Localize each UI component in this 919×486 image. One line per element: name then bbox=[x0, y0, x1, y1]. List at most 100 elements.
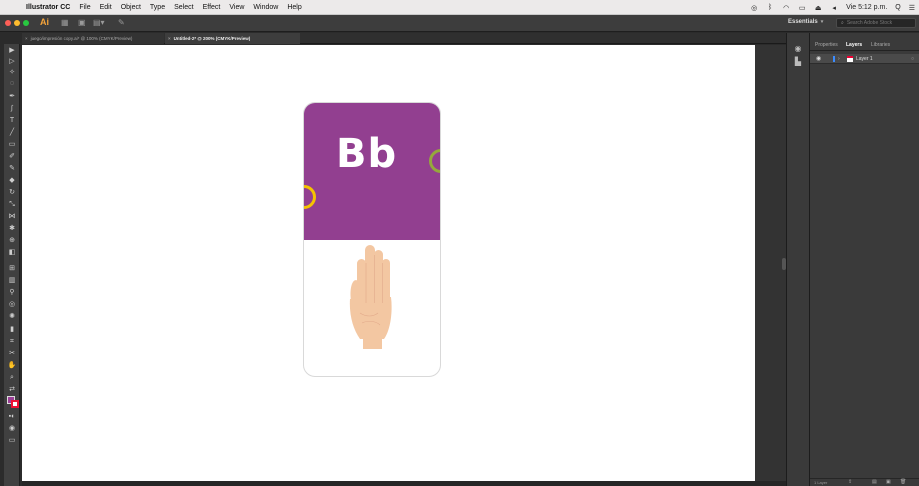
perspective-grid-tool-icon[interactable]: ◧ bbox=[5, 248, 19, 258]
menu-object[interactable]: Object bbox=[121, 4, 141, 11]
eraser-tool-icon[interactable]: ◆ bbox=[5, 176, 19, 186]
gradient-tool-icon[interactable]: ▥ bbox=[5, 276, 19, 286]
hand-sign-illustration bbox=[349, 245, 392, 349]
type-tool-icon[interactable]: T bbox=[5, 116, 19, 126]
color-mode-icon[interactable]: ▪◐ bbox=[5, 412, 19, 422]
workspace-switcher[interactable]: Essentials ▾ bbox=[788, 19, 823, 25]
card-purple-header: Bb bbox=[304, 103, 440, 240]
appearance-icon[interactable]: ◉ bbox=[793, 44, 803, 54]
export-icon[interactable]: ⇪ bbox=[848, 479, 852, 486]
pen-tool-icon[interactable]: ✒ bbox=[5, 92, 19, 102]
tab-properties[interactable]: Properties bbox=[815, 39, 838, 51]
flashcard-artwork[interactable]: Bb bbox=[303, 102, 441, 377]
artboard-tool-icon[interactable]: ⌗ bbox=[5, 337, 19, 347]
airplay-icon[interactable]: ▭ bbox=[798, 4, 806, 12]
swap-colors-icon[interactable]: ⇄ bbox=[5, 385, 19, 395]
window-minimize-button[interactable] bbox=[14, 20, 20, 26]
notification-center-icon[interactable]: ☰ bbox=[909, 4, 915, 12]
menubar-clock[interactable]: Vie 5:12 p.m. bbox=[846, 4, 887, 11]
tools-panel: ▶ ▷ ✧ ◌ ✒ ∫ T ╱ ▭ ✐ ✎ ◆ ↻ ⤡ ⋈ ✱ ⊕ ◧ ⊞ ▥ … bbox=[4, 44, 20, 486]
wifi-icon[interactable]: ◠ bbox=[782, 4, 790, 12]
menu-file[interactable]: File bbox=[79, 4, 90, 11]
symbol-sprayer-tool-icon[interactable]: ✺ bbox=[5, 312, 19, 322]
rectangle-tool-icon[interactable]: ▭ bbox=[5, 140, 19, 150]
tab-document-untitled-2[interactable]: × Untitled-2* @ 200% (CMYK/Preview) bbox=[165, 33, 300, 44]
visibility-eye-icon[interactable]: ◉ bbox=[816, 54, 821, 64]
application-bar: Ai ▦ ▣ ▤▾ ✎ Essentials ▾ ⌕ Search Adobe St… bbox=[0, 15, 919, 32]
close-icon[interactable]: × bbox=[168, 36, 171, 41]
shape-builder-tool-icon[interactable]: ⊕ bbox=[5, 236, 19, 246]
menu-edit[interactable]: Edit bbox=[100, 4, 112, 11]
curvature-tool-icon[interactable]: ∫ bbox=[5, 104, 19, 114]
card-letters: Bb bbox=[336, 131, 398, 177]
creative-cloud-icon[interactable]: ◎ bbox=[750, 4, 758, 12]
tab-libraries[interactable]: Libraries bbox=[871, 39, 890, 51]
menu-help[interactable]: Help bbox=[287, 4, 301, 11]
menu-bar: Illustrator CC File Edit Object Type Sel… bbox=[0, 0, 919, 15]
tab-label: Untitled-2* @ 200% (CMYK/Preview) bbox=[173, 36, 251, 41]
tab-label: juego/impresión copy.ai* @ 100% (CMYK/Pr… bbox=[30, 36, 133, 41]
width-tool-icon[interactable]: ⋈ bbox=[5, 212, 19, 222]
menu-app-name[interactable]: Illustrator CC bbox=[26, 4, 70, 11]
bridge-icon[interactable]: ▦ bbox=[61, 19, 69, 27]
zoom-tool-icon[interactable]: ⌕ bbox=[5, 373, 19, 383]
line-segment-tool-icon[interactable]: ╱ bbox=[5, 128, 19, 138]
magic-wand-tool-icon[interactable]: ✧ bbox=[5, 68, 19, 78]
properties-icon[interactable]: ▙ bbox=[793, 57, 803, 67]
eyedropper-tool-icon[interactable]: ⚲ bbox=[5, 288, 19, 298]
screen-mode-icon[interactable]: ▭ bbox=[5, 436, 19, 446]
window-close-button[interactable] bbox=[5, 20, 11, 26]
status-bar bbox=[22, 481, 786, 486]
bluetooth-icon[interactable]: ᛒ bbox=[766, 4, 774, 11]
lasso-tool-icon[interactable]: ◌ bbox=[5, 79, 19, 89]
column-graph-tool-icon[interactable]: ▮ bbox=[5, 325, 19, 335]
volume-icon[interactable]: ◂ bbox=[830, 4, 838, 12]
stock-icon[interactable]: ▣ bbox=[78, 19, 86, 27]
direct-selection-tool-icon[interactable]: ▷ bbox=[5, 57, 19, 67]
layer-name[interactable]: Layer 1 bbox=[856, 54, 873, 64]
tab-layers[interactable]: Layers bbox=[846, 39, 862, 51]
shaper-tool-icon[interactable]: ✎ bbox=[5, 164, 19, 174]
eject-icon[interactable]: ⏏ bbox=[814, 4, 822, 12]
document-tabs: × juego/impresión copy.ai* @ 100% (CMYK/P… bbox=[22, 33, 786, 44]
new-layer-icon[interactable]: ▣ bbox=[886, 479, 891, 486]
illustrator-logo: Ai bbox=[40, 17, 49, 27]
hand-tool-icon[interactable]: ✋ bbox=[5, 361, 19, 371]
gpu-performance-icon[interactable]: ✎ bbox=[118, 19, 125, 27]
layer-count: 1 Layer bbox=[814, 480, 828, 485]
delete-layer-icon[interactable]: 🗑 bbox=[900, 479, 906, 486]
stock-search-input[interactable]: ⌕ Search Adobe Stock bbox=[836, 18, 916, 28]
menu-window[interactable]: Window bbox=[253, 4, 278, 11]
layer-thumbnail bbox=[847, 56, 853, 62]
panel-icon-strip: ◉ ▙ bbox=[786, 33, 810, 486]
slice-tool-icon[interactable]: ✂ bbox=[5, 349, 19, 359]
mesh-tool-icon[interactable]: ⊞ bbox=[5, 264, 19, 274]
menu-effect[interactable]: Effect bbox=[203, 4, 221, 11]
search-icon: ⌕ bbox=[841, 20, 844, 26]
chevron-down-icon: ▾ bbox=[820, 19, 824, 25]
drawing-mode-icon[interactable]: ◉ bbox=[5, 424, 19, 434]
menu-view[interactable]: View bbox=[229, 4, 244, 11]
menu-select[interactable]: Select bbox=[174, 4, 193, 11]
tab-document-juego[interactable]: × juego/impresión copy.ai* @ 100% (CMYK/P… bbox=[22, 33, 164, 44]
close-icon[interactable]: × bbox=[25, 36, 28, 41]
chevron-right-icon[interactable]: › bbox=[838, 54, 840, 64]
menu-type[interactable]: Type bbox=[150, 4, 165, 11]
layers-panel-footer: 1 Layer ⇪ ▤ ▣ 🗑 bbox=[810, 478, 919, 486]
layers-panel: Properties Layers Libraries ◉ › Layer 1 … bbox=[810, 33, 919, 486]
puppet-warp-tool-icon[interactable]: ✱ bbox=[5, 224, 19, 234]
selection-tool-icon[interactable]: ▶ bbox=[5, 46, 19, 56]
rotate-tool-icon[interactable]: ↻ bbox=[5, 188, 19, 198]
paintbrush-tool-icon[interactable]: ✐ bbox=[5, 152, 19, 162]
new-sublayer-icon[interactable]: ▤ bbox=[872, 479, 877, 486]
spotlight-icon[interactable]: Q bbox=[895, 4, 900, 11]
layer-color-indicator bbox=[833, 56, 835, 62]
panel-tabs: Properties Layers Libraries bbox=[810, 39, 919, 51]
layer-row[interactable]: ◉ › Layer 1 ○ bbox=[810, 54, 919, 64]
blend-tool-icon[interactable]: ◎ bbox=[5, 300, 19, 310]
layer-target-icon[interactable]: ○ bbox=[911, 54, 914, 64]
stroke-color-swatch[interactable] bbox=[11, 400, 19, 408]
arrange-documents-icon[interactable]: ▤▾ bbox=[93, 19, 105, 27]
window-zoom-button[interactable] bbox=[23, 20, 29, 26]
scale-tool-icon[interactable]: ⤡ bbox=[5, 200, 19, 210]
